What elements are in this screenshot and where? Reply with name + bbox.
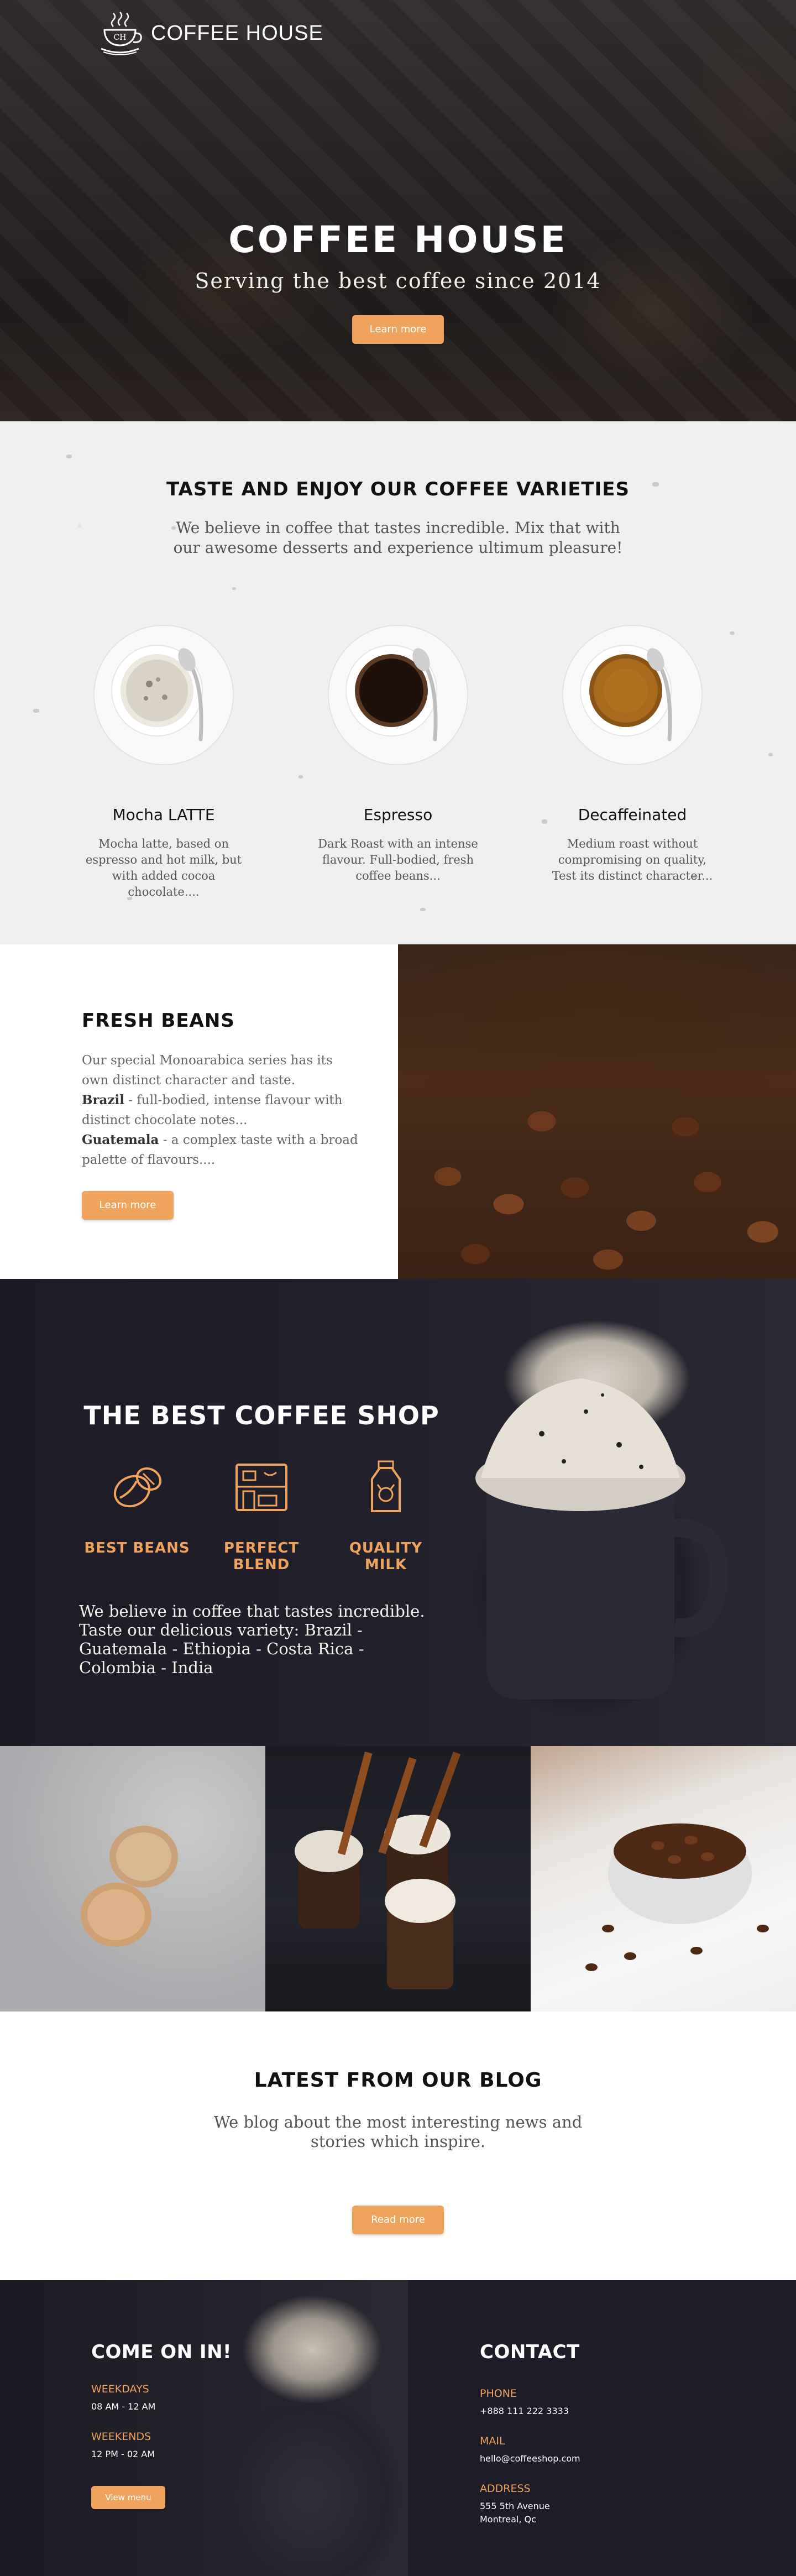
read-more-button[interactable]: Read more (352, 2206, 444, 2234)
variety-description: Dark Roast with an intense flavour. Full… (318, 837, 478, 882)
varieties-intro: We believe in coffee that tastes incredi… (173, 519, 623, 557)
photo-gallery (0, 1746, 796, 2011)
opening-hours-title: COME ON IN! (91, 2341, 232, 2363)
fresh-beans-section: FRESH BEANS Our special Monoarabica seri… (0, 944, 796, 1279)
contact-title: CONTACT (480, 2341, 580, 2363)
blog-title: LATEST FROM OUR BLOG (254, 2069, 542, 2092)
best-shop-content: THE BEST COFFEE SHOP BEST BEANS PERFECT … (79, 1401, 444, 1677)
dessert-jars-photo (265, 1746, 531, 2011)
variety-item[interactable]: Espresso Dark Roast with an intense flav… (281, 623, 515, 900)
origin-label: Guatemala (82, 1132, 159, 1147)
fresh-beans-text: FRESH BEANS Our special Monoarabica seri… (0, 944, 398, 1279)
fresh-beans-description: Our special Monoarabica series has its o… (82, 1051, 358, 1170)
variety-item[interactable]: Decaffeinated Medium roast without compr… (515, 623, 750, 900)
site-name: COFFEE HOUSE (151, 21, 323, 45)
milk-bottle-icon (371, 1460, 401, 1512)
feature-label: QUALITY MILK (349, 1540, 423, 1573)
variety-description: Medium roast without compromising on qua… (552, 837, 713, 882)
address-line: 555 5th Avenue (480, 2501, 550, 2511)
varieties-list: Mocha LATTE Mocha latte, based on espres… (0, 623, 796, 900)
espresso-cup-image (328, 625, 468, 765)
contact-info: CONTACT PHONE +888 111 222 3333 MAIL hel… (408, 2280, 796, 2576)
weekdays-hours: 08 AM - 12 AM (91, 2401, 156, 2412)
feature-item: PERFECT BLEND (203, 1457, 320, 1573)
logo-monogram: CH (114, 33, 127, 42)
coffee-cup-logo-icon: CH (101, 12, 142, 55)
weekdays-label: WEEKDAYS (91, 2383, 149, 2395)
hero-tagline: Serving the best coffee since 2014 (195, 269, 601, 293)
phone-number[interactable]: +888 111 222 3333 (480, 2405, 796, 2417)
variety-description: Mocha latte, based on espresso and hot m… (85, 837, 242, 898)
feature-item: BEST BEANS (79, 1457, 195, 1573)
fresh-beans-learn-more-button[interactable]: Learn more (82, 1191, 174, 1220)
variety-name: Espresso (363, 806, 433, 824)
macarons-photo (0, 1746, 265, 2011)
best-coffee-shop-section: THE BEST COFFEE SHOP BEST BEANS PERFECT … (0, 1279, 796, 1746)
email-address[interactable]: hello@coffeeshop.com (480, 2453, 796, 2465)
weekends-hours: 12 PM - 02 AM (91, 2449, 155, 2459)
variety-item[interactable]: Mocha LATTE Mocha latte, based on espres… (46, 623, 281, 900)
coffee-beans-image (398, 944, 796, 1279)
mocha-latte-cup-image (93, 625, 234, 765)
mail-label: MAIL (480, 2435, 505, 2447)
variety-name: Decaffeinated (578, 806, 687, 824)
features-list: BEST BEANS PERFECT BLEND QUALITY MILK (79, 1457, 444, 1573)
view-menu-button[interactable]: View menu (91, 2486, 165, 2509)
site-logo[interactable]: CH COFFEE HOUSE (97, 10, 323, 56)
whipped-cream-mug-image (475, 1378, 729, 1699)
weekends-label: WEEKENDS (91, 2431, 151, 2443)
blog-section: LATEST FROM OUR BLOG We blog about the m… (0, 2011, 796, 2280)
decaffeinated-cup-image (562, 625, 703, 765)
origin-label: Brazil (82, 1093, 124, 1107)
hero-section: CH COFFEE HOUSE COFFEE HOUSE Serving the… (0, 0, 796, 421)
feature-label: BEST BEANS (84, 1540, 190, 1556)
blog-intro: We blog about the most interesting news … (213, 2113, 583, 2151)
feature-label: PERFECT BLEND (223, 1540, 300, 1573)
best-shop-copy: We believe in coffee that tastes incredi… (79, 1602, 425, 1677)
phone-label: PHONE (480, 2387, 517, 2400)
address-line: Montreal, Qc (480, 2514, 536, 2525)
hero-content: COFFEE HOUSE Serving the best coffee sin… (0, 218, 796, 344)
feature-item: QUALITY MILK (328, 1457, 444, 1573)
hero-learn-more-button[interactable]: Learn more (352, 315, 444, 344)
coffee-beans-bowl-photo (531, 1746, 796, 2011)
fresh-beans-title: FRESH BEANS (82, 1010, 235, 1032)
best-shop-title: THE BEST COFFEE SHOP (83, 1401, 439, 1430)
coffee-bean-icon (113, 1467, 162, 1508)
hero-title: COFFEE HOUSE (228, 218, 568, 261)
variety-name: Mocha LATTE (112, 806, 215, 824)
opening-hours: COME ON IN! WEEKDAYS 08 AM - 12 AM WEEKE… (0, 2280, 408, 2576)
fresh-beans-intro: Our special Monoarabica series has its o… (82, 1053, 333, 1088)
coffee-machine-icon (235, 1464, 287, 1511)
varieties-title: TASTE AND ENJOY OUR COFFEE VARIETIES (166, 478, 630, 500)
site-footer: COME ON IN! WEEKDAYS 08 AM - 12 AM WEEKE… (0, 2280, 796, 2576)
coffee-varieties-section: TASTE AND ENJOY OUR COFFEE VARIETIES We … (0, 421, 796, 944)
address-label: ADDRESS (480, 2483, 531, 2495)
